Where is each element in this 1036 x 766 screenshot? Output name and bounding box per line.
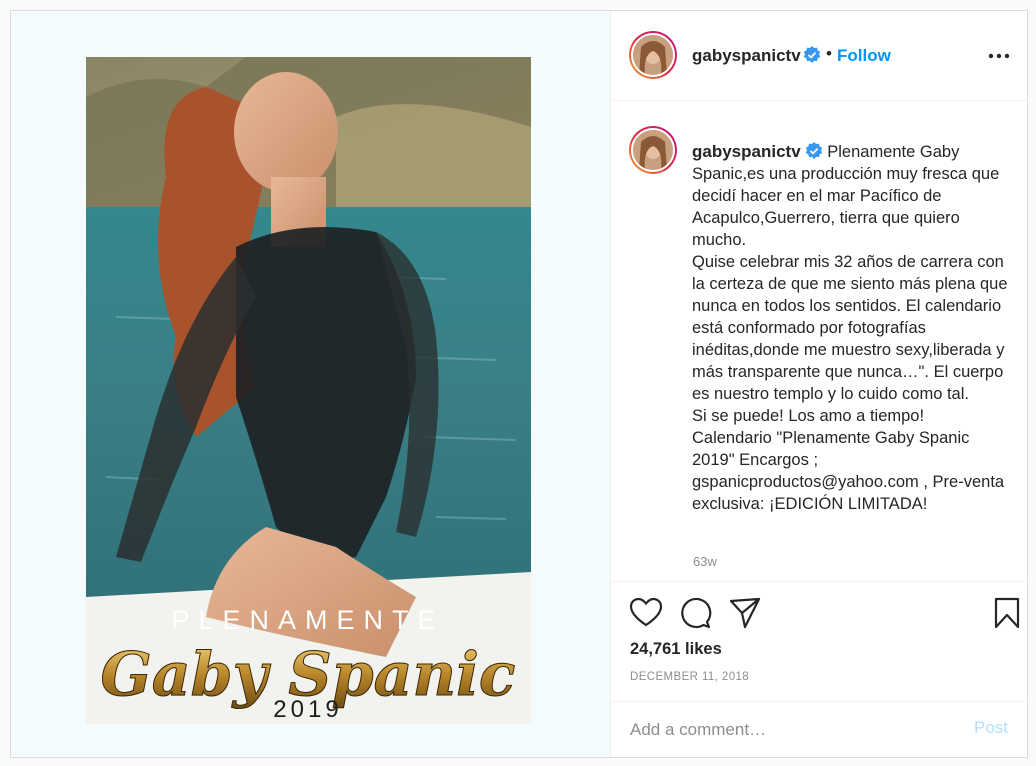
caption: gabyspanictv Plenamente Gaby Spanic,es u… (692, 141, 1010, 515)
likes-count[interactable]: 24,761 likes (630, 640, 722, 659)
poster-year: 2019 (273, 696, 342, 723)
avatar[interactable] (629, 126, 677, 174)
verified-badge-icon (805, 142, 823, 160)
separator-dot: • (826, 44, 832, 63)
caption-body: Plenamente Gaby Spanic,es una producción… (692, 143, 1008, 513)
heart-icon[interactable] (629, 596, 663, 630)
comment-input[interactable] (630, 714, 950, 746)
post-image[interactable]: PLENAMENTE Gaby Spanic 2019 (86, 57, 531, 724)
post-actions: 24,761 likes DECEMBER 11, 2018 (612, 581, 1028, 701)
caption-section: gabyspanictv Plenamente Gaby Spanic,es u… (612, 102, 1028, 580)
caption-timestamp[interactable]: 63w (693, 554, 717, 569)
share-icon[interactable] (728, 596, 762, 630)
username-link[interactable]: gabyspanictv (692, 46, 801, 66)
more-options-icon[interactable] (987, 49, 1011, 63)
post-header: gabyspanictv • Follow (612, 11, 1028, 101)
post-photo-illustration: PLENAMENTE Gaby Spanic 2019 (86, 57, 531, 724)
post-modal: PLENAMENTE Gaby Spanic 2019 gabyspanictv… (10, 10, 1028, 758)
bookmark-icon[interactable] (990, 596, 1024, 630)
post-media-panel: PLENAMENTE Gaby Spanic 2019 (11, 11, 611, 757)
post-comment-button[interactable]: Post (974, 718, 1008, 738)
follow-button[interactable]: Follow (837, 46, 891, 66)
verified-badge-icon (803, 46, 821, 64)
comment-form: Post (612, 701, 1028, 757)
caption-username-link[interactable]: gabyspanictv (692, 142, 801, 161)
post-date[interactable]: DECEMBER 11, 2018 (630, 671, 749, 683)
poster-title-top: PLENAMENTE (171, 605, 444, 635)
comment-icon[interactable] (678, 596, 712, 630)
avatar[interactable] (629, 31, 677, 79)
post-sidebar: gabyspanictv • Follow gabyspanictv Plena… (612, 11, 1028, 757)
